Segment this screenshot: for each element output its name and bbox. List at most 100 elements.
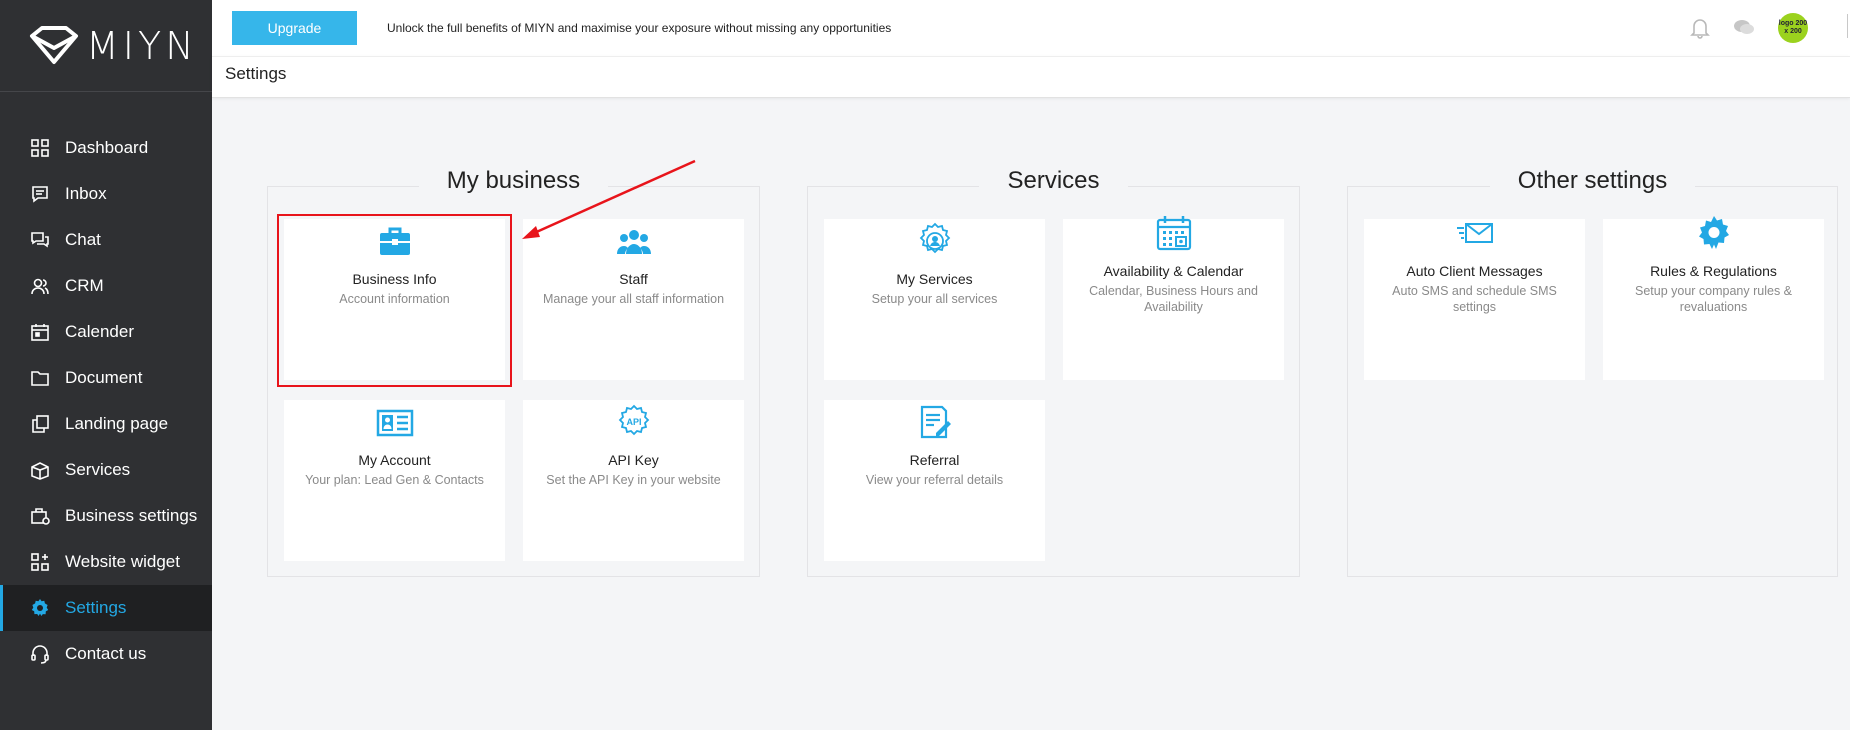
card-my-account[interactable]: My Account Your plan: Lead Gen & Contact…	[284, 400, 505, 561]
card-icon-wrap	[824, 219, 1045, 265]
card-referral[interactable]: Referral View your referral details	[824, 400, 1045, 561]
card-title: Auto Client Messages	[1406, 263, 1543, 279]
card-icon-wrap	[523, 219, 744, 265]
group-title-text: My business	[418, 167, 609, 194]
card-title: API Key	[608, 452, 659, 468]
group-title: Services	[808, 167, 1299, 195]
sidebar-item-label: CRM	[65, 276, 104, 295]
card-icon-wrap	[284, 400, 505, 446]
logo-text: MIYN	[86, 23, 198, 68]
card-title: Referral	[909, 452, 960, 468]
sidebar-item-calender[interactable]: Calender	[0, 309, 212, 355]
card-description: View your referral details	[865, 473, 1004, 487]
card-description: Your plan: Lead Gen & Contacts	[305, 473, 484, 487]
sidebar-item-chat[interactable]: Chat	[0, 217, 212, 263]
group-title: My business	[268, 167, 759, 195]
sidebar-item-inbox[interactable]: Inbox	[0, 171, 212, 217]
briefcase-icon	[376, 222, 414, 265]
sidebar-nav: Dashboard Inbox Chat CRM Calender Docume…	[0, 125, 212, 677]
team-icon	[615, 222, 653, 265]
avatar: logo 200 x 200	[1778, 13, 1808, 43]
card-title: Business Info	[352, 271, 437, 287]
pages-icon	[29, 413, 51, 435]
users-icon	[29, 275, 51, 297]
referral-icon	[916, 403, 954, 446]
card-description: Setup your all services	[871, 292, 998, 306]
page-title: Settings	[225, 64, 287, 83]
card-title: Staff	[619, 271, 648, 287]
sidebar-item-label: Dashboard	[65, 138, 149, 157]
card-description: Account information	[339, 292, 450, 306]
sidebar-item-label: Business settings	[65, 506, 198, 525]
gear-icon	[1695, 214, 1733, 257]
sidebar-item-label: Inbox	[65, 184, 107, 203]
svg-text:API: API	[626, 417, 641, 427]
sidebar-item-contact-us[interactable]: Contact us	[0, 631, 212, 677]
top-icons: logo 200 x 200	[1690, 0, 1850, 56]
box-icon	[29, 459, 51, 481]
card-icon-wrap	[1063, 216, 1284, 257]
card-title: My Account	[358, 452, 431, 468]
bell-icon[interactable]	[1690, 17, 1710, 39]
logo[interactable]: MIYN	[0, 0, 212, 92]
upgrade-button[interactable]: Upgrade	[232, 11, 357, 45]
group-my-business: My business Business Info Account inform…	[267, 167, 760, 577]
card-title: Availability & Calendar	[1103, 263, 1244, 279]
card-business-info[interactable]: Business Info Account information	[284, 219, 505, 380]
group-title-text: Services	[979, 167, 1128, 194]
card-title: Rules & Regulations	[1650, 263, 1777, 279]
folder-icon	[29, 367, 51, 389]
sidebar-item-settings[interactable]: Settings	[0, 585, 212, 631]
message-icon	[29, 183, 51, 205]
card-description: Setup your company rules & revaluations	[1634, 284, 1793, 314]
sidebar-item-label: Settings	[65, 598, 127, 617]
card-icon-wrap	[1364, 219, 1585, 257]
card-description: Auto SMS and schedule SMS settings	[1392, 284, 1557, 314]
gear-icon	[29, 597, 51, 619]
group-title: Other settings	[1348, 167, 1837, 195]
card-icon-wrap	[824, 400, 1045, 446]
sidebar-item-business-settings[interactable]: Business settings	[0, 493, 212, 539]
card-staff[interactable]: Staff Manage your all staff information	[523, 219, 744, 380]
page-header: Settings	[212, 56, 1850, 98]
card-rules-regulations[interactable]: Rules & Regulations Setup your company r…	[1603, 216, 1824, 380]
card-title: My Services	[896, 271, 973, 287]
sidebar-item-label: Document	[65, 368, 143, 387]
card-icon-wrap	[1603, 216, 1824, 257]
sidebar-item-services[interactable]: Services	[0, 447, 212, 493]
card-my-services[interactable]: My Services Setup your all services	[824, 219, 1045, 380]
envelope-icon	[1456, 214, 1494, 257]
sidebar-item-crm[interactable]: CRM	[0, 263, 212, 309]
headset-icon	[29, 643, 51, 665]
upgrade-banner-text: Unlock the full benefits of MIYN and max…	[387, 21, 892, 35]
chat-icon	[29, 229, 51, 251]
card-api-key[interactable]: API API Key Set the API Key in your webs…	[523, 400, 744, 561]
card-availability-calendar[interactable]: Availability & Calendar Calendar, Busine…	[1063, 216, 1284, 380]
profile-avatar[interactable]: logo 200 x 200	[1778, 13, 1808, 43]
card-description: Set the API Key in your website	[546, 473, 721, 487]
group-services: Services My Services Setup your all serv…	[807, 167, 1300, 577]
calendar-icon	[29, 321, 51, 343]
diamond-logo-icon	[30, 25, 78, 64]
sidebar-item-label: Chat	[65, 230, 101, 249]
sidebar: MIYN Dashboard Inbox Chat CRM Calender D…	[0, 0, 212, 730]
briefcase-icon	[29, 505, 51, 527]
sidebar-item-website-widget[interactable]: Website widget	[0, 539, 212, 585]
api-icon: API	[615, 403, 653, 446]
group-title-text: Other settings	[1489, 167, 1696, 194]
sidebar-item-label: Website widget	[65, 552, 180, 571]
card-description: Manage your all staff information	[542, 292, 725, 306]
card-description: Calendar, Business Hours and Availabilit…	[1089, 284, 1258, 314]
top-bar: Upgrade Unlock the full benefits of MIYN…	[212, 0, 1850, 56]
card-icon-wrap: API	[523, 400, 744, 446]
sidebar-item-landing-page[interactable]: Landing page	[0, 401, 212, 447]
sidebar-item-label: Contact us	[65, 644, 147, 663]
messages-icon[interactable]	[1732, 17, 1756, 39]
card-auto-client-messages[interactable]: Auto Client Messages Auto SMS and schedu…	[1364, 219, 1585, 380]
sidebar-item-document[interactable]: Document	[0, 355, 212, 401]
calendar-icon	[1155, 214, 1193, 257]
sidebar-item-label: Services	[65, 460, 131, 479]
card-icon-wrap	[284, 219, 505, 265]
sidebar-item-label: Calender	[65, 322, 134, 341]
sidebar-item-dashboard[interactable]: Dashboard	[0, 125, 212, 171]
